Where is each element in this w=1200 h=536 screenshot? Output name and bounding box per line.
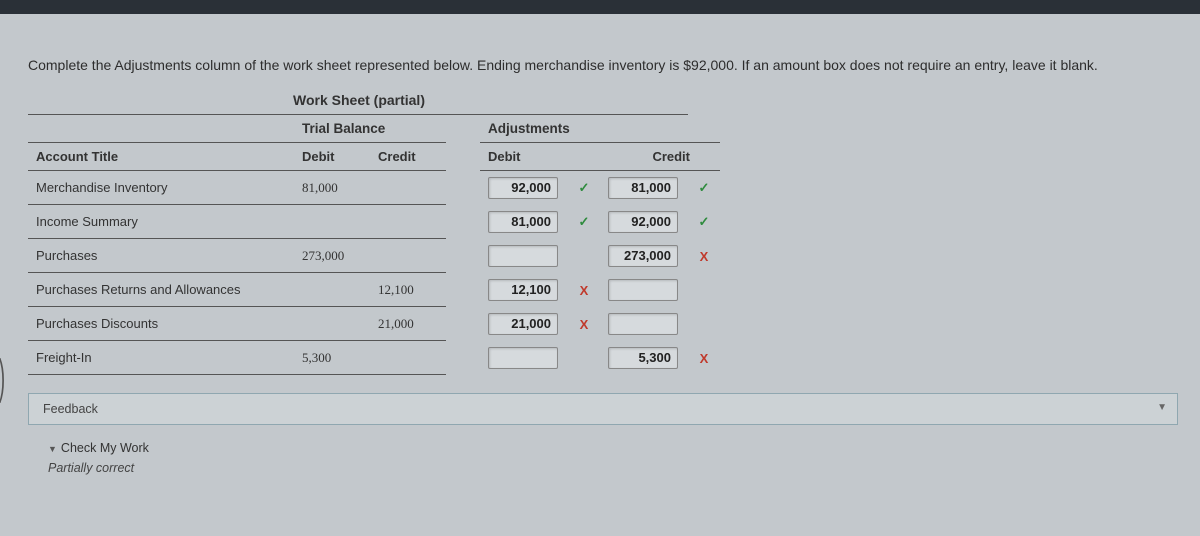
account-title-cell: Purchases Discounts	[28, 307, 294, 341]
check-icon: ✓	[696, 180, 712, 196]
header-adj-debit: Debit	[480, 142, 600, 170]
feedback-box[interactable]: Feedback ▼	[28, 393, 1178, 425]
caret-down-icon: ▼	[48, 444, 57, 454]
worksheet-title: Work Sheet (partial)	[28, 88, 688, 115]
tb-debit-cell: 273,000	[294, 239, 370, 273]
cross-icon: X	[696, 249, 712, 264]
table-row: Freight-In5,3005,300X	[28, 341, 720, 375]
header-tb-debit: Debit	[294, 142, 370, 170]
account-title-cell: Income Summary	[28, 205, 294, 239]
header-account-title: Account Title	[28, 142, 294, 170]
check-icon: ✓	[696, 214, 712, 230]
check-my-work-toggle[interactable]: ▼ Check My Work	[48, 441, 1172, 455]
decorative-paren: )	[0, 350, 5, 405]
check-my-work-status: Partially correct	[48, 461, 1172, 475]
account-title-cell: Merchandise Inventory	[28, 170, 294, 205]
chevron-down-icon: ▼	[1157, 402, 1167, 413]
adj-debit-input[interactable]: 92,000	[488, 177, 558, 199]
table-row: Income Summary 81,000 ✓ 92,000 ✓	[28, 205, 720, 239]
account-title-cell: Purchases	[28, 239, 294, 273]
tb-debit-cell	[294, 273, 370, 307]
tb-credit-cell	[370, 239, 446, 273]
adj-credit-input[interactable]: 92,000	[608, 211, 678, 233]
check-icon: ✓	[576, 180, 592, 196]
tb-debit-cell: 5,300	[294, 341, 370, 375]
tb-debit-cell	[294, 307, 370, 341]
tb-credit-cell	[370, 205, 446, 239]
tb-credit-cell: 12,100	[370, 273, 446, 307]
worksheet: Work Sheet (partial) Trial Balance Adjus…	[28, 88, 720, 376]
cross-icon: X	[576, 317, 592, 332]
header-adjustments: Adjustments	[480, 115, 720, 143]
tb-debit-cell	[294, 205, 370, 239]
cross-icon: X	[696, 351, 712, 366]
worksheet-table: Trial Balance Adjustments Account Title …	[28, 115, 720, 376]
table-row: Purchases273,000273,000X	[28, 239, 720, 273]
table-row: Merchandise Inventory81,00092,000✓81,000…	[28, 170, 720, 205]
cross-icon: X	[576, 283, 592, 298]
adj-credit-input[interactable]: 273,000	[608, 245, 678, 267]
adj-debit-input[interactable]	[488, 245, 558, 267]
adj-credit-input[interactable]	[608, 279, 678, 301]
adj-debit-input[interactable]: 21,000	[488, 313, 558, 335]
check-my-work-section: ▼ Check My Work Partially correct	[28, 441, 1172, 475]
tb-credit-cell	[370, 170, 446, 205]
adj-debit-input[interactable]	[488, 347, 558, 369]
adj-credit-input[interactable]: 5,300	[608, 347, 678, 369]
adj-credit-input[interactable]	[608, 313, 678, 335]
account-title-cell: Freight-In	[28, 341, 294, 375]
table-row: Purchases Discounts 21,000 21,000 X	[28, 307, 720, 341]
tb-debit-cell: 81,000	[294, 170, 370, 205]
account-title-cell: Purchases Returns and Allowances	[28, 273, 294, 307]
header-adj-credit: Credit	[600, 142, 720, 170]
tb-credit-cell	[370, 341, 446, 375]
adj-credit-input[interactable]: 81,000	[608, 177, 678, 199]
header-tb-credit: Credit	[370, 142, 446, 170]
tb-credit-cell: 21,000	[370, 307, 446, 341]
table-row: Purchases Returns and Allowances 12,100 12…	[28, 273, 720, 307]
feedback-label: Feedback	[43, 402, 98, 416]
adj-debit-input[interactable]: 12,100	[488, 279, 558, 301]
check-icon: ✓	[576, 214, 592, 230]
header-trial-balance: Trial Balance	[294, 115, 446, 143]
adj-debit-input[interactable]: 81,000	[488, 211, 558, 233]
check-my-work-label: Check My Work	[61, 441, 149, 455]
instructions-text: Complete the Adjustments column of the w…	[28, 54, 1172, 78]
